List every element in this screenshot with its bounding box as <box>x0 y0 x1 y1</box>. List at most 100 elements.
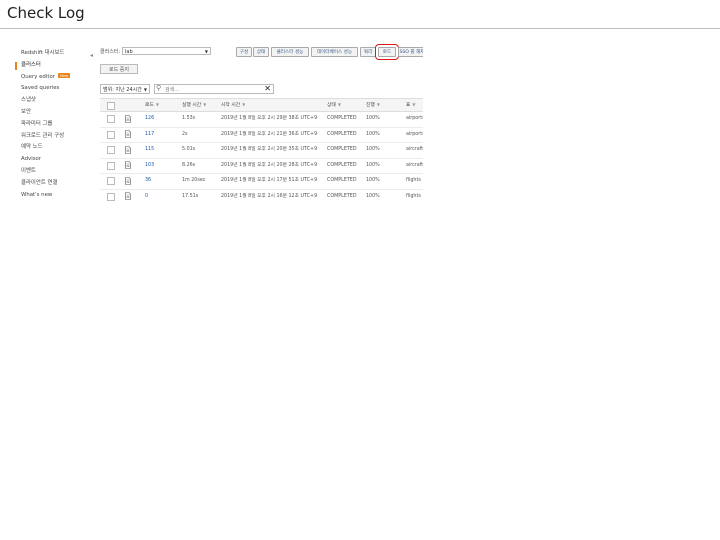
sidebar-item-label: 클러스터 <box>21 61 41 68</box>
sidebar-item-label: 보안 <box>21 108 31 115</box>
column-header-label: 로드 <box>145 103 154 108</box>
sidebar-item[interactable]: 클러스터 <box>12 60 87 72</box>
title-divider <box>0 28 720 29</box>
document-icon[interactable] <box>125 114 131 123</box>
tab-button[interactable]: 클러스터 성능 <box>271 47 309 57</box>
sidebar-item-label: What's new <box>21 191 53 198</box>
cell-load[interactable]: 0 <box>145 190 148 203</box>
tab-button[interactable]: 상태 <box>253 47 269 57</box>
column-header-label: 실행 시간 <box>182 103 202 108</box>
sidebar-item[interactable]: 이벤트 <box>12 166 87 178</box>
sidebar-item-label: Advisor <box>21 156 42 163</box>
cell-load[interactable]: 117 <box>145 128 154 141</box>
cell-table: aircraft <box>406 162 423 168</box>
sidebar-item-label: 파라미터 그룹 <box>21 120 53 127</box>
sidebar-item[interactable]: 스냅샷 <box>12 95 87 107</box>
column-header[interactable]: 표 ▼ <box>406 99 416 112</box>
cluster-select-value: lab <box>125 49 133 55</box>
row-checkbox[interactable] <box>107 146 115 154</box>
loads-table: 로드 ▼ 실행 시간 ▼ 시작 시간 ▼ 상태 ▼ 진행 ▼ 표 ▼ 126 1.53s 2019년 1월 … <box>100 98 423 202</box>
cell-progress: 100% <box>366 162 380 168</box>
tab-button[interactable]: SSO 를 해제 <box>398 47 423 57</box>
cell-duration: 8.26s <box>182 162 196 168</box>
cell-start: 2019년 1월 8일 오후 2시 29분 38초 UTC+9 <box>221 116 318 121</box>
collapse-sidebar-icon[interactable]: ◂ <box>90 52 93 59</box>
row-checkbox[interactable] <box>107 192 115 201</box>
cell-start: 2019년 1월 8일 오후 2시 20분 35초 UTC+9 <box>221 147 318 152</box>
sidebar-item-label: 클라이언트 연결 <box>21 179 58 186</box>
sidebar-item-label: 워크로드 관리 구성 <box>21 132 65 139</box>
sidebar: Redshift 대시보드클러스터 Query editor New Saved qu… <box>12 48 87 201</box>
console-screenshot: Redshift 대시보드클러스터 Query editor New Saved qu… <box>12 44 423 202</box>
column-header[interactable]: 시작 시간 ▼ <box>221 99 245 112</box>
cell-status: COMPLETED <box>327 178 357 183</box>
document-icon[interactable] <box>125 161 131 169</box>
cell-progress: 100% <box>366 147 380 152</box>
table-row[interactable]: 117 2s 2019년 1월 8일 오후 2시 21분 36초 UTC+9 COMP… <box>100 128 423 143</box>
table-header: 로드 ▼ 실행 시간 ▼ 시작 시간 ▼ 상태 ▼ 진행 ▼ 표 ▼ <box>100 98 423 112</box>
cell-status: COMPLETED <box>327 193 357 199</box>
filter-bar: 범위: 지난 24시간 ▼ ⚲ ✕ <box>100 84 285 96</box>
document-icon[interactable] <box>125 192 131 200</box>
document-icon[interactable] <box>125 145 131 154</box>
table-row[interactable]: 103 8.26s 2019년 1월 8일 오후 2시 20분 28초 UTC+9 C… <box>100 159 423 174</box>
cell-load[interactable]: 115 <box>145 143 154 156</box>
clear-search-icon[interactable]: ✕ <box>264 84 271 93</box>
sidebar-item[interactable]: 워크로드 관리 구성 <box>12 131 87 143</box>
cell-start: 2019년 1월 8일 오후 2시 16분 12초 UTC+9 <box>221 193 318 199</box>
row-checkbox[interactable] <box>107 177 115 185</box>
cell-table: flights <box>406 193 421 199</box>
document-icon[interactable] <box>125 130 131 138</box>
sidebar-item[interactable]: 파라미터 그룹 <box>12 119 87 131</box>
table-row[interactable]: 126 1.53s 2019년 1월 8일 오후 2시 29분 38초 UTC+9 C… <box>100 112 423 128</box>
select-all-checkbox[interactable] <box>107 102 115 110</box>
column-header[interactable]: 상태 ▼ <box>327 99 341 112</box>
sidebar-item-label: Query editor <box>21 73 55 80</box>
table-row[interactable]: 36 1m 20sec 2019년 1월 8일 오후 2시 17분 51초 UTC+… <box>100 174 423 190</box>
cell-duration: 2s <box>182 131 188 137</box>
sidebar-item[interactable]: Query editor New <box>12 72 87 84</box>
sidebar-item[interactable]: What's new <box>12 190 87 202</box>
sidebar-item[interactable]: 예약 노드 <box>12 142 87 154</box>
table-row[interactable]: 0 17.51s 2019년 1월 8일 오후 2시 16분 12초 UTC+9 CO… <box>100 190 423 203</box>
cell-table: aircraft <box>406 147 423 152</box>
document-icon[interactable] <box>125 176 131 185</box>
sidebar-item[interactable]: Saved queries <box>12 83 87 95</box>
column-header-label: 상태 <box>327 103 336 108</box>
row-checkbox[interactable] <box>107 115 115 123</box>
cell-progress: 100% <box>366 193 380 199</box>
row-checkbox[interactable] <box>107 130 115 139</box>
cluster-select[interactable]: lab ▼ <box>122 47 211 55</box>
sidebar-item-label: 예약 노드 <box>21 144 43 151</box>
cell-duration: 1.53s <box>182 116 196 121</box>
table-row[interactable]: 115 5.01s 2019년 1월 8일 오후 2시 20분 35초 UTC+9 C… <box>100 143 423 159</box>
cell-start: 2019년 1월 8일 오후 2시 20분 28초 UTC+9 <box>221 162 318 168</box>
search-input[interactable] <box>165 86 257 93</box>
sort-icon: ▼ <box>203 102 207 107</box>
sidebar-item[interactable]: 보안 <box>12 107 87 119</box>
time-range-value: 범위: 지난 24시간 <box>103 87 142 93</box>
cell-load[interactable]: 103 <box>145 159 154 172</box>
row-checkbox[interactable] <box>107 161 115 170</box>
cell-duration: 5.01s <box>182 147 196 152</box>
cell-table: airports <box>406 116 423 121</box>
cell-load[interactable]: 126 <box>145 112 154 125</box>
tab-button[interactable]: 구성 <box>236 47 252 57</box>
sidebar-item[interactable]: Redshift 대시보드 <box>12 48 87 60</box>
column-header[interactable]: 실행 시간 ▼ <box>182 99 206 112</box>
cluster-label: 클러스터: <box>100 49 121 55</box>
stop-load-button[interactable]: 로드 중지 <box>100 64 138 74</box>
sidebar-item[interactable]: Advisor <box>12 154 87 166</box>
tab-button[interactable]: 데이터베이스 성능 <box>311 47 358 57</box>
cell-progress: 100% <box>366 116 380 121</box>
sidebar-item[interactable]: 클라이언트 연결 <box>12 178 87 190</box>
time-range-select[interactable]: 범위: 지난 24시간 ▼ <box>100 84 150 94</box>
cell-status: COMPLETED <box>327 147 357 152</box>
column-header-label: 표 <box>406 103 411 108</box>
sidebar-item-label: Redshift 대시보드 <box>21 50 65 56</box>
tab-button[interactable]: 쿼리 <box>360 47 376 57</box>
tab-button[interactable]: 로드 <box>375 44 399 60</box>
cell-load[interactable]: 36 <box>145 174 151 187</box>
column-header[interactable]: 진행 ▼ <box>366 99 380 112</box>
column-header[interactable]: 로드 ▼ <box>145 99 159 112</box>
